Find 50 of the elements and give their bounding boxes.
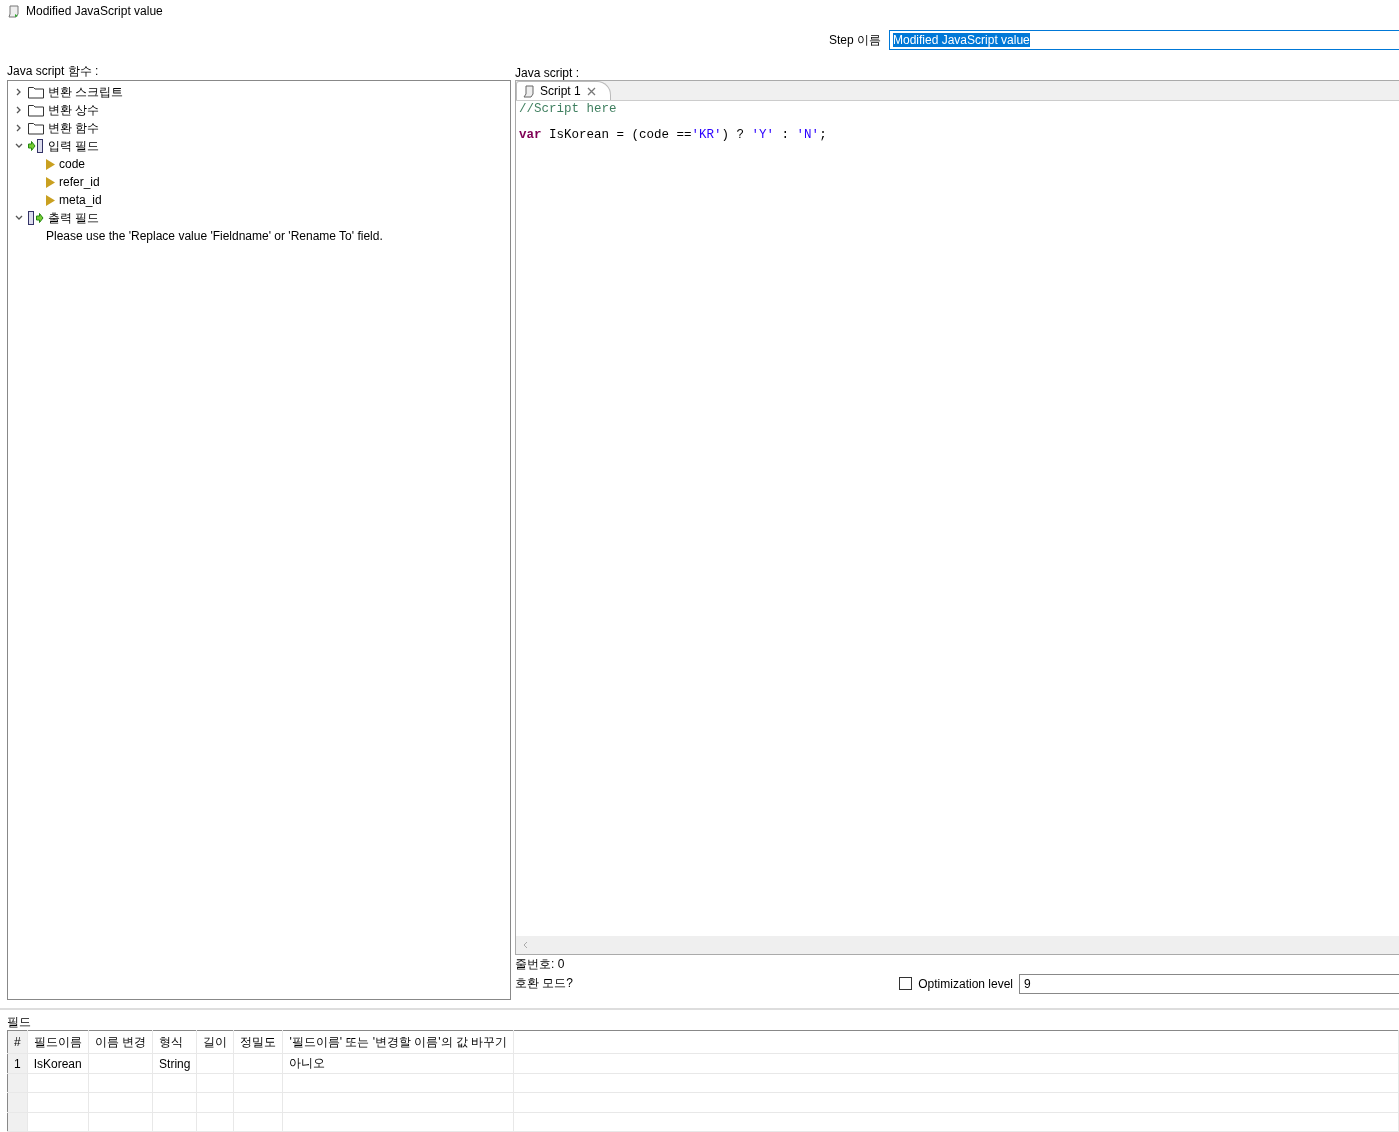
window-title: Modified JavaScript value xyxy=(26,4,163,18)
table-cell: IsKorean xyxy=(33,1056,82,1071)
triangle-icon xyxy=(46,176,55,188)
optimization-checkbox[interactable] xyxy=(899,977,913,990)
column-header[interactable]: 길이 xyxy=(196,1030,234,1054)
table-cell: 1 xyxy=(14,1056,21,1071)
scroll-icon xyxy=(523,84,534,98)
fields-label: 필드 xyxy=(7,1014,32,1030)
triangle-icon xyxy=(46,158,55,170)
compat-mode-label: 호환 모드? xyxy=(515,975,573,992)
chevron-right-icon[interactable] xyxy=(15,88,23,96)
column-header[interactable]: 형식 xyxy=(152,1030,197,1054)
code-line: var IsKorean = (code =='KR') ? 'Y' : 'N'; xyxy=(519,128,827,142)
optimization-label: Optimization level xyxy=(918,976,1013,991)
column-header[interactable]: 이름 변경 xyxy=(88,1030,153,1054)
step-name-label: Step 이름 xyxy=(828,31,881,49)
script-label: Java script : xyxy=(515,66,581,80)
functions-label: Java script 함수 : xyxy=(7,63,100,80)
column-header[interactable]: # xyxy=(7,1030,28,1054)
chevron-right-icon[interactable] xyxy=(15,106,23,114)
script-icon xyxy=(7,4,20,18)
triangle-icon xyxy=(46,194,55,206)
hint-text: Please use the 'Replace value 'Fieldname' or 'Rename To' field. xyxy=(46,229,383,243)
table-cell: 아니오 xyxy=(289,1056,326,1071)
code-line: //Script here xyxy=(519,102,617,116)
folder-icon xyxy=(28,121,44,135)
column-header[interactable]: 정밀도 xyxy=(233,1030,283,1054)
tree-item[interactable]: code xyxy=(59,157,86,171)
chevron-down-icon[interactable] xyxy=(15,214,23,222)
tree-item[interactable]: meta_id xyxy=(59,193,102,207)
step-name-field[interactable]: Modified JavaScript value xyxy=(889,30,1399,50)
close-icon[interactable] xyxy=(586,86,596,96)
column-header[interactable]: 필드이름 xyxy=(27,1030,89,1054)
tree-item[interactable]: 출력 필드 xyxy=(48,209,100,227)
line-number-text: 줄번호: 0 xyxy=(515,956,565,973)
tree-item[interactable]: 변환 상수 xyxy=(48,101,100,119)
table-cell: String xyxy=(159,1056,191,1071)
chevron-down-icon[interactable] xyxy=(15,142,23,150)
input-arrow-icon xyxy=(28,139,44,153)
chevron-right-icon[interactable] xyxy=(15,124,23,132)
output-arrow-icon xyxy=(28,211,44,225)
tree-item[interactable]: refer_id xyxy=(59,175,100,189)
script-tab[interactable]: Script 1 xyxy=(516,81,611,100)
tree-item[interactable]: 입력 필드 xyxy=(48,137,100,155)
folder-icon xyxy=(28,103,44,117)
optimization-field[interactable]: 9 xyxy=(1019,973,1399,994)
tree-item[interactable]: 변환 스크립트 xyxy=(48,83,124,101)
folder-icon xyxy=(28,85,44,99)
column-header[interactable]: '필드이름' 또는 '변경할 이름'의 값 바꾸기 xyxy=(282,1030,514,1054)
tree-item[interactable]: 변환 함수 xyxy=(48,119,100,137)
